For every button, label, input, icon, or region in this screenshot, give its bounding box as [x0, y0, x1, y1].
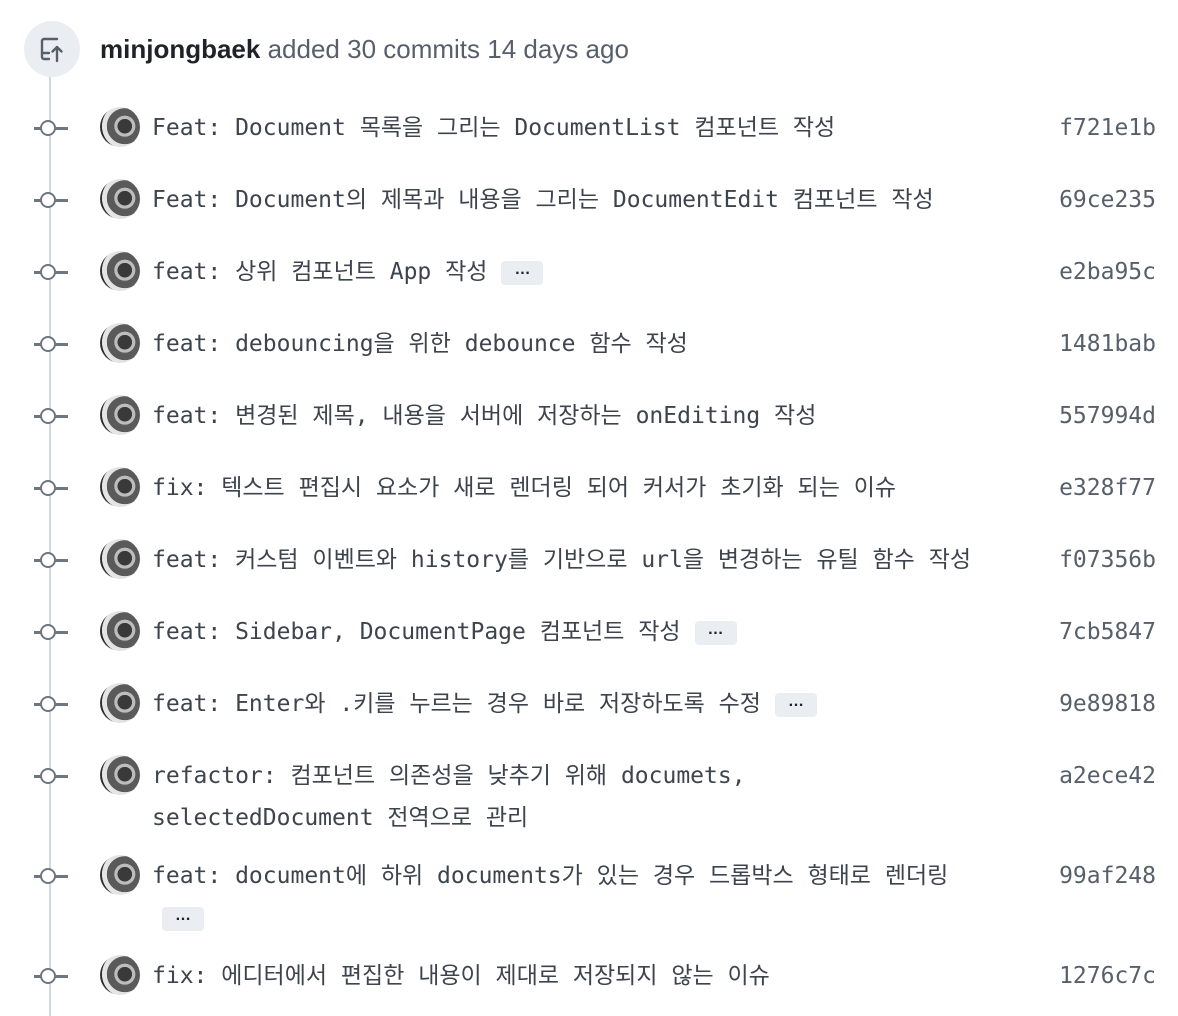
- author-avatar[interactable]: [100, 323, 140, 363]
- push-event-badge: [24, 21, 80, 77]
- author-avatar[interactable]: [100, 107, 140, 147]
- author-avatar[interactable]: [100, 755, 140, 795]
- git-commit-icon: [40, 696, 56, 712]
- commit-message-link[interactable]: Feat: Document 목록을 그리는 DocumentList 컴포넌트…: [152, 115, 835, 141]
- commit-message: feat: document에 하위 documents가 있는 경우 드롭박스…: [152, 855, 1012, 939]
- commit-message: feat: Enter와 .키를 누르는 경우 바로 저장하도록 수정 …: [152, 683, 1012, 725]
- commit-details-expander[interactable]: …: [694, 620, 737, 645]
- git-commit-icon: [40, 192, 56, 208]
- commit-message-link[interactable]: feat: 상위 컴포넌트 App 작성: [152, 259, 487, 285]
- event-action-text: added 30 commits 14 days ago: [260, 33, 629, 64]
- commit-message: refactor: 컴포넌트 의존성을 낮추기 위해 documets, sele…: [152, 755, 1012, 839]
- commit-message-link[interactable]: feat: debouncing을 위한 debounce 함수 작성: [152, 331, 688, 357]
- commit-message: feat: 커스텀 이벤트와 history를 기반으로 url을 변경하는 유…: [152, 539, 1012, 581]
- commit-message: feat: Sidebar, DocumentPage 컴포넌트 작성 …: [152, 611, 1012, 653]
- commit-sha-link[interactable]: 7cb5847: [1059, 611, 1156, 653]
- event-description: minjongbaek added 30 commits 14 days ago: [100, 34, 629, 65]
- author-avatar[interactable]: [100, 539, 140, 579]
- commit-message: feat: 상위 컴포넌트 App 작성 …: [152, 251, 1012, 293]
- git-commit-icon: [40, 408, 56, 424]
- author-avatar[interactable]: [100, 467, 140, 507]
- commit-message: fix: 텍스트 편집시 요소가 새로 렌더링 되어 커서가 초기화 되는 이슈: [152, 467, 1012, 509]
- author-avatar[interactable]: [100, 179, 140, 219]
- commit-message-link[interactable]: feat: Sidebar, DocumentPage 컴포넌트 작성: [152, 619, 681, 645]
- git-commit-icon: [40, 624, 56, 640]
- git-commit-icon: [40, 480, 56, 496]
- commit-message-link[interactable]: feat: 커스텀 이벤트와 history를 기반으로 url을 변경하는 유…: [152, 547, 971, 573]
- commit-message-link[interactable]: feat: 변경된 제목, 내용을 서버에 저장하는 onEditing 작성: [152, 403, 816, 429]
- author-avatar[interactable]: [100, 683, 140, 723]
- commit-message: feat: debouncing을 위한 debounce 함수 작성: [152, 323, 1012, 365]
- commit-sha-link[interactable]: f07356b: [1059, 539, 1156, 581]
- commit-sha-link[interactable]: f721e1b: [1059, 107, 1156, 149]
- git-commit-icon: [40, 552, 56, 568]
- author-avatar[interactable]: [100, 855, 140, 895]
- commit-sha-link[interactable]: 69ce235: [1059, 179, 1156, 221]
- commit-message-link[interactable]: feat: Enter와 .키를 누르는 경우 바로 저장하도록 수정: [152, 691, 761, 717]
- commit-sha-link[interactable]: 1481bab: [1059, 323, 1156, 365]
- commit-details-expander[interactable]: …: [501, 260, 544, 285]
- commit-sha-link[interactable]: a2ece42: [1059, 755, 1156, 797]
- commit-sha-link[interactable]: 557994d: [1059, 395, 1156, 437]
- commit-sha-link[interactable]: 9e89818: [1059, 683, 1156, 725]
- author-avatar[interactable]: [100, 611, 140, 651]
- repo-push-icon: [40, 37, 63, 63]
- git-commit-icon: [40, 868, 56, 884]
- commit-details-expander[interactable]: …: [774, 692, 817, 717]
- commit-details-expander[interactable]: …: [162, 906, 204, 931]
- commit-message: fix: 에디터에서 편집한 내용이 제대로 저장되지 않는 이슈: [152, 955, 1012, 997]
- commit-sha-link[interactable]: e2ba95c: [1059, 251, 1156, 293]
- commit-message-link[interactable]: Feat: Document의 제목과 내용을 그리는 DocumentEdit…: [152, 187, 934, 213]
- git-commit-icon: [40, 120, 56, 136]
- commit-sha-link[interactable]: 99af248: [1059, 855, 1156, 897]
- author-link[interactable]: minjongbaek: [100, 34, 260, 64]
- commit-message: feat: 변경된 제목, 내용을 서버에 저장하는 onEditing 작성: [152, 395, 1012, 437]
- commit-message-link[interactable]: fix: 텍스트 편집시 요소가 새로 렌더링 되어 커서가 초기화 되는 이슈: [152, 475, 896, 501]
- git-commit-icon: [40, 768, 56, 784]
- timeline-event-header: minjongbaek added 30 commits 14 days ago: [24, 20, 629, 78]
- author-avatar[interactable]: [100, 955, 140, 995]
- commit-message-link[interactable]: fix: 에디터에서 편집한 내용이 제대로 저장되지 않는 이슈: [152, 963, 770, 989]
- commit-message: Feat: Document의 제목과 내용을 그리는 DocumentEdit…: [152, 179, 1012, 221]
- commit-message-link[interactable]: feat: document에 하위 documents가 있는 경우 드롭박스…: [152, 863, 948, 889]
- git-commit-icon: [40, 336, 56, 352]
- commit-message-link[interactable]: refactor: 컴포넌트 의존성을 낮추기 위해 documets,: [152, 763, 746, 789]
- commit-message-link-continued[interactable]: selectedDocument 전역으로 관리: [152, 805, 528, 831]
- author-avatar[interactable]: [100, 251, 140, 291]
- commit-sha-link[interactable]: e328f77: [1059, 467, 1156, 509]
- git-commit-icon: [40, 968, 56, 984]
- commit-message: Feat: Document 목록을 그리는 DocumentList 컴포넌트…: [152, 107, 1012, 149]
- commit-sha-link[interactable]: 1276c7c: [1059, 955, 1156, 997]
- author-avatar[interactable]: [100, 395, 140, 435]
- git-commit-icon: [40, 264, 56, 280]
